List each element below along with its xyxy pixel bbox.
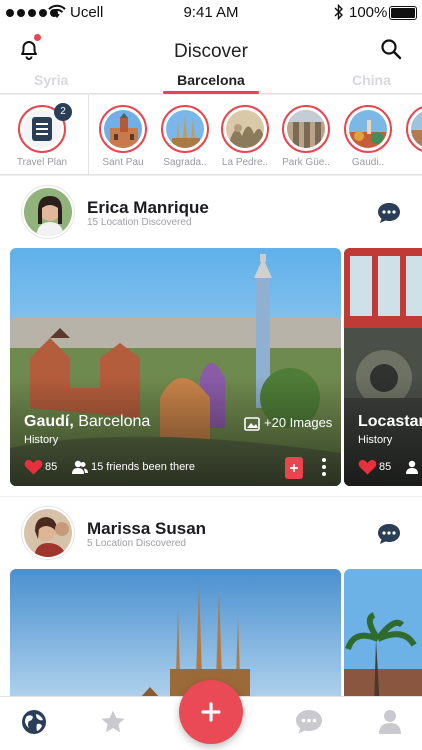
stories-row: 2 Travel Plan Sant Pau Sagrada.. La Pedr…: [0, 95, 422, 175]
friends-count: 15 friends been there: [91, 461, 195, 473]
plus-icon: [201, 702, 221, 722]
like-count: 85: [379, 461, 392, 473]
profile-icon[interactable]: [378, 709, 402, 735]
heart-icon[interactable]: [24, 459, 43, 475]
discover-screen: Ucell 9:41 AM 100% Discover Syria Barcel…: [0, 0, 422, 750]
add-button[interactable]: [179, 680, 243, 744]
status-bar: Ucell 9:41 AM 100%: [0, 0, 422, 26]
friends-icon: [72, 460, 88, 474]
chat-icon[interactable]: [377, 523, 401, 545]
location-card[interactable]: +20 Images Gaudí, Barcelona History 85 1…: [10, 248, 341, 486]
travel-plan-badge: 2: [54, 103, 72, 121]
story-thumbnail: [226, 110, 264, 148]
location-photo: [344, 569, 422, 709]
story-label: Park Güe..: [282, 157, 330, 168]
location-card[interactable]: [10, 569, 341, 709]
user-name[interactable]: Marissa Susan: [87, 519, 206, 539]
card-title: Locastari: [358, 413, 422, 431]
card-title: Gaudí, Barcelona: [24, 413, 150, 431]
story-sagrada[interactable]: Sagrada..: [155, 105, 215, 168]
feed-post: Erica Manrique 15 Location Discovered +2…: [0, 176, 422, 496]
chat-icon[interactable]: [377, 202, 401, 224]
card-title-bold: Gaudí,: [24, 413, 74, 430]
story-thumbnail: [349, 110, 387, 148]
story-label: Sagrada..: [163, 157, 207, 168]
story-partial[interactable]: Sa: [400, 105, 422, 168]
add-to-plan-button[interactable]: [285, 457, 303, 479]
story-thumbnail: [287, 110, 325, 148]
bluetooth-icon: [334, 4, 343, 20]
travel-plan-button[interactable]: 2 Travel Plan: [12, 103, 72, 168]
image-icon: [244, 417, 260, 431]
story-label: Gaudi..: [351, 157, 385, 168]
avatar[interactable]: [22, 186, 74, 238]
tab-china[interactable]: China: [352, 72, 391, 88]
plus-icon: [290, 464, 298, 472]
message-icon[interactable]: [295, 709, 323, 735]
like-count: 85: [45, 461, 58, 473]
feed-post: Marissa Susan 5 Location Discovered: [0, 497, 422, 709]
notification-dot: [34, 34, 41, 41]
story-la-pedrera[interactable]: La Pedre..: [215, 105, 275, 168]
top-header: Discover Syria Barcelona China: [0, 26, 422, 94]
story-thumbnail: [166, 110, 204, 148]
star-icon[interactable]: [100, 709, 126, 735]
location-card[interactable]: [344, 569, 422, 709]
heart-icon[interactable]: [358, 459, 377, 475]
user-name[interactable]: Erica Manrique: [87, 198, 209, 218]
avatar[interactable]: [22, 507, 74, 559]
travel-plan-label: Travel Plan: [16, 157, 68, 168]
user-subtitle: 5 Location Discovered: [87, 538, 186, 549]
story-label: Sa: [400, 157, 422, 168]
globe-icon[interactable]: [21, 709, 47, 735]
battery-percent: 100%: [349, 4, 388, 21]
story-label: Sant Pau: [102, 157, 144, 168]
story-thumbnail: [411, 110, 422, 148]
card-category: History: [358, 434, 393, 446]
battery-icon: [389, 6, 417, 20]
story-park-guell[interactable]: Park Güe..: [276, 105, 336, 168]
card-title-city: Barcelona: [73, 413, 151, 430]
active-tab-indicator: [163, 91, 259, 94]
card-title-bold: Locastari: [358, 413, 422, 430]
story-sant-pau[interactable]: Sant Pau: [93, 105, 153, 168]
location-card[interactable]: Locastari History 85: [344, 248, 422, 486]
card-category: History: [24, 434, 59, 446]
story-thumbnail: [104, 110, 142, 148]
more-icon[interactable]: [322, 458, 326, 479]
search-icon[interactable]: [380, 38, 402, 60]
image-count[interactable]: +20 Images: [264, 415, 332, 430]
user-subtitle: 15 Location Discovered: [87, 217, 192, 228]
friends-icon: [406, 460, 418, 474]
stories-divider: [88, 95, 89, 175]
page-title: Discover: [174, 41, 248, 62]
location-photo: [10, 569, 341, 709]
story-gaudi[interactable]: Gaudi..: [338, 105, 398, 168]
story-label: La Pedre..: [221, 157, 269, 168]
